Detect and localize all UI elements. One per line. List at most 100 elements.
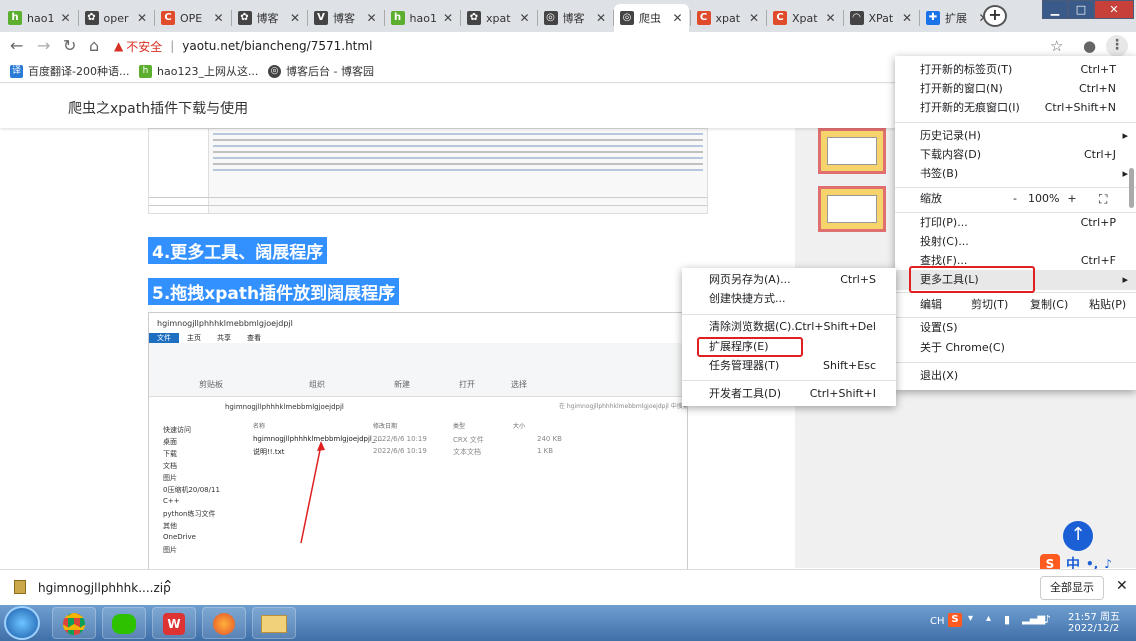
menu-item-exit[interactable]: 退出(X) (895, 366, 1136, 386)
network-icon[interactable]: ▂▄▆ (1022, 614, 1045, 625)
tab[interactable]: C OPE ✕ (155, 4, 230, 32)
sidebar-entry: OneDrive (163, 533, 196, 541)
bookmark-cnblogs[interactable]: ◎ 博客后台 - 博客园 (268, 63, 374, 79)
tab-close-icon[interactable]: ✕ (60, 11, 70, 25)
zoom-minus-button[interactable]: - (1005, 189, 1025, 209)
profile-icon[interactable]: ● (1083, 36, 1096, 56)
wechat-taskbar-icon[interactable] (102, 607, 146, 639)
hao-logo-icon: h (8, 11, 22, 25)
submenu-item-task-manager[interactable]: 任务管理器(T) Shift+Esc (682, 356, 896, 376)
submenu-item-clear-data[interactable]: 清除浏览数据(C)... Ctrl+Shift+Del (682, 317, 896, 337)
red-arrow-annotation (300, 441, 325, 544)
tab-close-icon[interactable]: ✕ (213, 11, 223, 25)
menu-item-downloads[interactable]: 下载内容(D) Ctrl+J (895, 145, 1136, 165)
tab-separator (766, 10, 767, 26)
tab-close-icon[interactable]: ✕ (137, 11, 147, 25)
wps-taskbar-icon[interactable]: W (152, 607, 196, 639)
tab-close-icon[interactable]: ✕ (902, 11, 912, 25)
tab-close-icon[interactable]: ✕ (519, 11, 529, 25)
tab-title: hao1 (27, 11, 55, 25)
tab-close-icon[interactable]: ✕ (749, 11, 759, 25)
menu-item-settings[interactable]: 设置(S) (895, 318, 1136, 338)
tray-lang[interactable]: CH (930, 616, 945, 627)
cut-button[interactable]: 剪切(T) (971, 295, 1008, 315)
page-title: 爬虫之xpath插件下载与使用 (0, 84, 900, 128)
section-heading-5: 5.拖拽xpath插件放到阔展程序 (148, 278, 400, 305)
bookmark-hao123[interactable]: h hao123_上网从这... (139, 63, 258, 79)
star-icon[interactable]: ☆ (1050, 36, 1063, 56)
chrome-taskbar-icon[interactable] (52, 607, 96, 639)
tab-close-icon[interactable]: ✕ (596, 11, 606, 25)
menu-item-new-window[interactable]: 打开新的窗口(N) Ctrl+N (895, 79, 1136, 99)
menu-scrollbar[interactable] (1129, 168, 1134, 208)
fullscreen-icon[interactable]: ⛶ (1099, 189, 1107, 209)
clock-date[interactable]: 2022/12/2 (1068, 623, 1119, 634)
bookmark-baidu-translate[interactable]: 译 百度翻译-200种语... (10, 63, 129, 79)
back-icon[interactable]: ← (10, 36, 23, 56)
ribbon-group-label: 选择 (511, 380, 527, 389)
ribbon-group-label: 剪贴板 (199, 380, 223, 389)
menu-item-about[interactable]: 关于 Chrome(C) (895, 338, 1136, 358)
chrome-menu-icon[interactable]: ⋮ (1106, 35, 1128, 57)
tab-separator (230, 10, 232, 26)
tray-expand-icon[interactable]: ▴ (986, 613, 991, 624)
tab[interactable]: ◎ 爬虫 ✕ (614, 4, 689, 32)
tab-close-icon[interactable]: ✕ (443, 11, 453, 25)
forward-icon[interactable]: → (37, 36, 50, 56)
volume-icon[interactable]: ♪ (1044, 613, 1051, 626)
tab[interactable]: V 博客 ✕ (308, 4, 383, 32)
menu-item-cast[interactable]: 投射(C)... (895, 232, 1136, 252)
submenu-item-create-shortcut[interactable]: 创建快捷方式... (682, 289, 896, 309)
chevron-up-icon[interactable]: ⌃ (162, 578, 174, 594)
explorer-taskbar-icon[interactable] (252, 607, 296, 639)
home-icon[interactable]: ⌂ (89, 36, 99, 56)
paste-button[interactable]: 粘贴(P) (1089, 295, 1126, 315)
tab-close-icon[interactable]: ✕ (290, 11, 300, 25)
reload-icon[interactable]: ↻ (63, 36, 76, 56)
show-all-button[interactable]: 全部显示 (1040, 576, 1104, 600)
tab[interactable]: ◎ 博客 ✕ (538, 4, 613, 32)
close-icon[interactable]: ✕ (1116, 578, 1128, 594)
close-window-button[interactable]: ✕ (1094, 0, 1134, 19)
tab[interactable]: ◠ XPat ✕ (844, 4, 919, 32)
sogou-tray-icon[interactable]: S (948, 613, 962, 627)
sidebar-thumbnail[interactable] (818, 128, 886, 174)
tab-close-icon[interactable]: ✕ (672, 11, 682, 25)
zoom-label: 缩放 (920, 192, 942, 205)
tab[interactable]: C Xpat ✕ (767, 4, 842, 32)
edit-label: 编辑 (920, 298, 942, 311)
zoom-plus-button[interactable]: + (1062, 189, 1082, 209)
menu-item-new-tab[interactable]: 打开新的标签页(T) Ctrl+T (895, 60, 1136, 80)
tab[interactable]: ✿ xpat ✕ (461, 4, 536, 32)
tab-close-icon[interactable]: ✕ (825, 11, 835, 25)
tab-separator (77, 10, 79, 26)
menu-item-bookmarks[interactable]: 书签(B) ▸ (895, 164, 1136, 184)
address-bar[interactable]: ▲ 不安全 | yaotu.net/biancheng/7571.html (114, 35, 874, 57)
tray-device-icon[interactable]: ▮ (1004, 613, 1010, 626)
menu-item-print[interactable]: 打印(P)... Ctrl+P (895, 213, 1136, 233)
tab[interactable]: ✿ oper ✕ (79, 4, 154, 32)
start-button[interactable] (4, 606, 40, 640)
sidebar-entry: 文档 (163, 462, 177, 470)
tab-separator (842, 10, 844, 26)
tab[interactable]: ✿ 博客 ✕ (232, 4, 307, 32)
copy-button[interactable]: 复制(C) (1030, 295, 1068, 315)
download-filename[interactable]: hgimnogjllphhhk....zip (38, 581, 171, 595)
tab-close-icon[interactable]: ✕ (366, 11, 376, 25)
new-tab-button[interactable]: + (983, 5, 1007, 27)
menu-item-incognito[interactable]: 打开新的无痕窗口(I) Ctrl+Shift+N (895, 98, 1136, 118)
submenu-item-devtools[interactable]: 开发者工具(D) Ctrl+Shift+I (682, 384, 896, 404)
sidebar-thumbnail[interactable] (818, 186, 886, 232)
tab[interactable]: Cxpat ✕ (691, 4, 766, 32)
tab-title: hao1 (409, 11, 437, 25)
firefox-taskbar-icon[interactable] (202, 607, 246, 639)
minimize-button[interactable]: ▁ (1042, 0, 1068, 19)
menu-item-history[interactable]: 历史记录(H) ▸ (895, 126, 1136, 146)
submenu-item-save-page[interactable]: 网页另存为(A)... Ctrl+S (682, 270, 896, 290)
maximize-button[interactable]: □ (1068, 0, 1094, 19)
scroll-top-icon[interactable]: ↑ (1063, 521, 1093, 551)
clock-time[interactable]: 21:57 周五 (1068, 608, 1120, 623)
tray-punct-icon[interactable]: ▾ (968, 613, 973, 624)
tab[interactable]: h hao1 ✕ (2, 4, 77, 32)
tab[interactable]: h hao1 ✕ (385, 4, 460, 32)
